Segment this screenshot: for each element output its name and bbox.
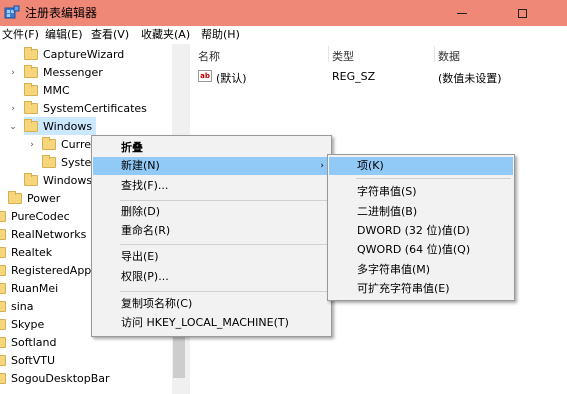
window-title: 注册表编辑器 — [25, 6, 98, 20]
expand-arrow-icon[interactable]: › — [8, 104, 18, 114]
submenu-arrow-icon: › — [320, 161, 324, 171]
folder-icon — [42, 136, 56, 150]
tree-item[interactable]: SogouDesktopBar — [0, 369, 110, 387]
folder-icon — [0, 300, 6, 312]
menu-separator — [120, 200, 328, 201]
minimize-button[interactable] — [442, 0, 482, 26]
expand-arrow-icon[interactable]: › — [27, 140, 37, 150]
menu-view[interactable]: 查看(V) — [91, 28, 129, 42]
tree-item[interactable]: Curre — [42, 135, 91, 153]
value-data: (数值未设置) — [438, 72, 502, 85]
folder-icon — [24, 172, 38, 186]
folder-icon — [24, 100, 38, 114]
menu-edit[interactable]: 编辑(E) — [45, 28, 83, 42]
menu-item-rename[interactable]: 重命名(R) — [93, 222, 330, 240]
tree-item[interactable]: MMC — [24, 81, 70, 99]
column-header-type[interactable]: 类型 — [332, 48, 354, 64]
folder-icon — [24, 46, 38, 60]
tree-item[interactable]: SoftVTU — [0, 351, 55, 369]
ab-string-icon: ab — [198, 70, 212, 82]
maximize-button[interactable] — [502, 0, 542, 26]
menu-separator — [120, 291, 328, 292]
menu-file[interactable]: 文件(F) — [2, 28, 39, 42]
menu-item-new[interactable]: 新建(N) › — [93, 157, 330, 175]
tree-item[interactable]: PureCodec — [0, 207, 70, 225]
folder-icon — [0, 336, 6, 348]
tree-item[interactable]: Realtek — [0, 243, 52, 261]
collapse-arrow-icon[interactable]: ⌄ — [8, 122, 18, 132]
folder-icon — [0, 228, 6, 240]
folder-icon — [0, 210, 6, 222]
value-type: REG_SZ — [332, 70, 376, 83]
submenu-item-key[interactable]: 项(K) — [329, 157, 513, 175]
tree-item[interactable]: RuanMei — [0, 279, 58, 297]
menu-separator — [120, 244, 328, 245]
folder-icon — [0, 264, 6, 276]
menu-help[interactable]: 帮助(H) — [201, 28, 240, 42]
submenu-item-binary-value[interactable]: 二进制值(B) — [329, 203, 513, 221]
column-divider[interactable] — [328, 46, 329, 62]
tree-item-selected[interactable]: Windows — [24, 117, 97, 135]
menu-item-permissions[interactable]: 权限(P)... — [93, 268, 330, 286]
submenu-item-string-value[interactable]: 字符串值(S) — [329, 183, 513, 201]
value-name[interactable]: (默认) — [216, 70, 247, 86]
tree-item[interactable]: Windows — [24, 171, 92, 189]
menu-item-goto-hklm[interactable]: 访问 HKEY_LOCAL_MACHINE(T) — [93, 314, 330, 332]
folder-icon — [0, 354, 6, 366]
folder-icon — [8, 190, 22, 204]
menu-item-export[interactable]: 导出(E) — [93, 248, 330, 266]
submenu-item-expandable-string-value[interactable]: 可扩充字符串值(E) — [329, 280, 513, 298]
new-submenu: 项(K) 字符串值(S) 二进制值(B) DWORD (32 位)值(D) QW… — [327, 154, 515, 301]
menu-bar: 文件(F) 编辑(E) 查看(V) 收藏夹(A) 帮助(H) — [0, 26, 567, 44]
tree-item[interactable]: Messenger — [24, 63, 103, 81]
menu-item-delete[interactable]: 删除(D) — [93, 203, 330, 221]
menu-item-collapse[interactable]: 折叠 — [93, 139, 330, 157]
menu-favorites[interactable]: 收藏夹(A) — [141, 28, 190, 42]
menu-item-copy-key-name[interactable]: 复制项名称(C) — [93, 295, 330, 313]
folder-icon — [0, 282, 6, 294]
minimize-icon — [457, 12, 467, 14]
menu-separator — [356, 178, 511, 179]
tree-item[interactable]: SystemCertificates — [24, 99, 147, 117]
title-bar: 注册表编辑器 — [0, 0, 567, 26]
registry-editor-icon — [4, 5, 20, 19]
folder-icon — [0, 372, 6, 384]
maximize-icon — [517, 8, 527, 18]
folder-icon — [24, 118, 38, 132]
menu-item-find[interactable]: 查找(F)... — [93, 177, 330, 195]
expand-arrow-icon[interactable]: › — [8, 68, 18, 78]
column-header-name[interactable]: 名称 — [198, 48, 220, 64]
tree-item[interactable]: Skype — [0, 315, 44, 333]
folder-icon — [24, 64, 38, 78]
tree-item[interactable]: Softland — [0, 333, 56, 351]
submenu-item-qword-value[interactable]: QWORD (64 位)值(Q) — [329, 241, 513, 259]
folder-icon — [0, 318, 6, 330]
folder-icon — [42, 154, 56, 168]
context-menu: 折叠 新建(N) › 查找(F)... 删除(D) 重命名(R) 导出(E) 权… — [91, 135, 332, 337]
folder-icon — [24, 82, 38, 96]
column-header-data[interactable]: 数据 — [438, 48, 460, 64]
column-divider[interactable] — [434, 46, 435, 62]
tree-item[interactable]: Syster — [42, 153, 96, 171]
tree-item[interactable]: RegisteredAppl — [0, 261, 94, 279]
tree-item[interactable]: CaptureWizard — [24, 45, 124, 63]
tree-item[interactable]: sina — [0, 297, 34, 315]
submenu-item-multi-string-value[interactable]: 多字符串值(M) — [329, 261, 513, 279]
submenu-item-dword-value[interactable]: DWORD (32 位)值(D) — [329, 222, 513, 240]
folder-icon — [0, 246, 6, 258]
tree-item[interactable]: Power — [8, 189, 60, 207]
tree-item[interactable]: RealNetworks — [0, 225, 86, 243]
